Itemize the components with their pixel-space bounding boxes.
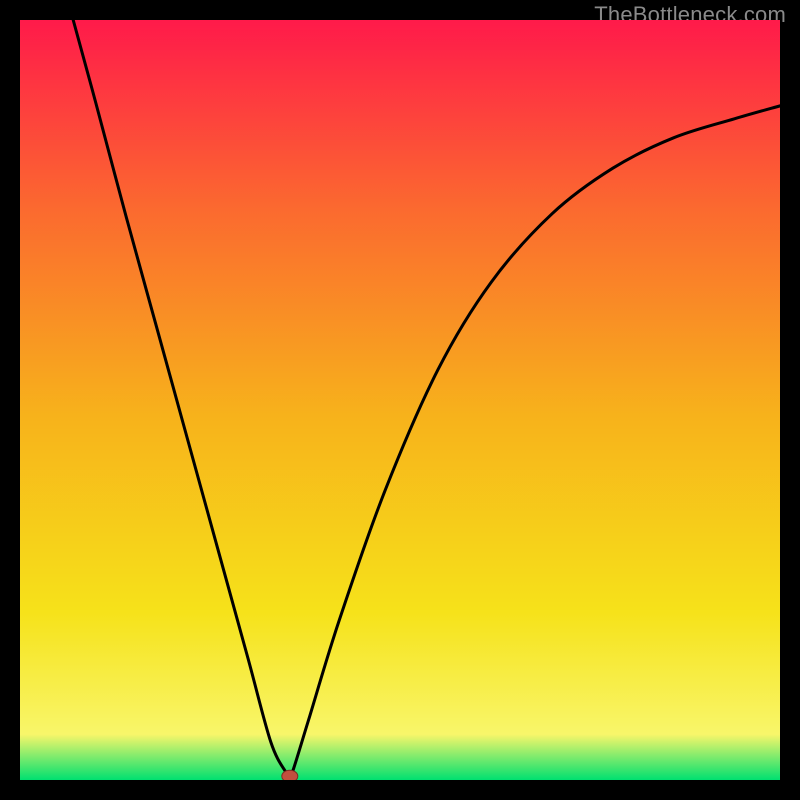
chart-root: { "watermark": "TheBottleneck.com", "col… (0, 0, 800, 800)
dot-group (282, 770, 298, 780)
plot-area (20, 20, 780, 780)
plot-svg (20, 20, 780, 780)
gradient-bg (20, 20, 780, 780)
min-dot (282, 770, 298, 780)
